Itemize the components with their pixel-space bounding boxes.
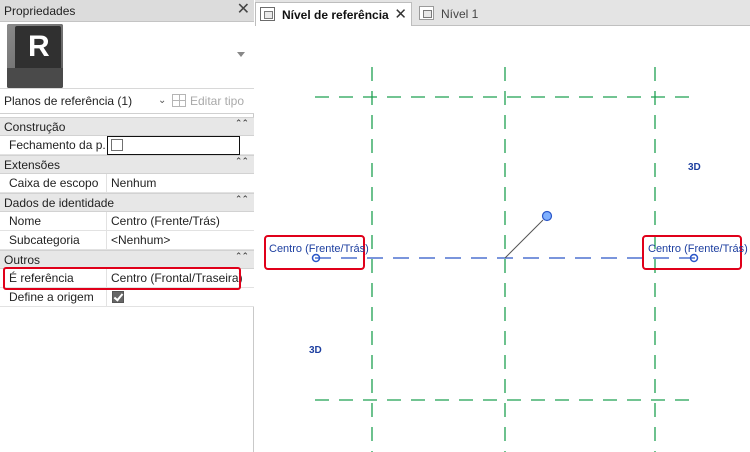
group-extensoes[interactable]: Extensões ⌃⌃ bbox=[0, 155, 254, 174]
collapse-icon[interactable]: ⌃⌃ bbox=[235, 251, 249, 262]
plane-label-right[interactable]: Centro (Frente/Trás) bbox=[648, 243, 748, 255]
column-divider bbox=[106, 174, 107, 193]
edit-type-label: Editar tipo bbox=[190, 94, 245, 108]
tab-nivel-referencia[interactable]: Nível de referência ✕ bbox=[255, 2, 412, 26]
view-tab-bar: Nível de referência ✕ Nível 1 bbox=[255, 0, 750, 26]
row-label: Nome bbox=[9, 214, 42, 228]
row-value[interactable]: Nenhum bbox=[111, 176, 156, 190]
dropdown-arrow-icon[interactable] bbox=[237, 52, 245, 57]
instance-filter-select[interactable]: Planos de referência (1) bbox=[4, 94, 132, 108]
properties-title-bar: Propriedades ✕ bbox=[0, 0, 254, 22]
collapse-icon[interactable]: ⌃⌃ bbox=[235, 194, 249, 205]
fechamento-field[interactable] bbox=[107, 136, 240, 155]
row-subcategoria[interactable]: Subcategoria <Nenhum> bbox=[0, 231, 254, 250]
icon-shadow bbox=[7, 68, 63, 88]
group-label: Dados de identidade bbox=[4, 196, 115, 210]
tab-label: Nível de referência bbox=[282, 8, 389, 22]
rotate-handle-icon[interactable] bbox=[541, 210, 553, 222]
floor-plan-icon bbox=[419, 6, 434, 20]
plane-label-left[interactable]: Centro (Frente/Trás) bbox=[269, 243, 369, 255]
group-construcao[interactable]: Construção ⌃⌃ bbox=[0, 117, 254, 136]
row-label: Define a origem bbox=[9, 290, 94, 304]
group-dados-identidade[interactable]: Dados de identidade ⌃⌃ bbox=[0, 193, 254, 212]
tab-label: Nível 1 bbox=[441, 7, 479, 21]
edit-type-button[interactable]: Editar tipo bbox=[172, 93, 250, 110]
row-value[interactable]: Centro (Frente/Trás) bbox=[111, 214, 220, 228]
drawing-svg bbox=[264, 67, 742, 452]
highlight-box-referencia bbox=[3, 267, 241, 290]
row-label: Subcategoria bbox=[9, 233, 80, 247]
group-label: Outros bbox=[4, 253, 41, 267]
edit-type-icon bbox=[172, 94, 186, 107]
floor-plan-icon bbox=[260, 7, 275, 21]
row-label: Caixa de escopo bbox=[9, 176, 99, 190]
row-define-origem: Define a origem bbox=[0, 288, 254, 307]
row-label: Fechamento da p... bbox=[9, 138, 105, 152]
close-icon[interactable]: ✕ bbox=[237, 1, 250, 19]
view-indicator-line bbox=[504, 219, 544, 259]
collapse-icon[interactable]: ⌃⌃ bbox=[235, 118, 249, 129]
row-value[interactable]: <Nenhum> bbox=[111, 233, 170, 247]
collapse-icon[interactable]: ⌃⌃ bbox=[235, 156, 249, 167]
group-label: Construção bbox=[4, 120, 66, 134]
column-divider bbox=[106, 288, 107, 307]
revit-letter: R bbox=[28, 30, 50, 63]
group-label: Extensões bbox=[4, 158, 61, 172]
revit-r-icon: R bbox=[7, 24, 63, 88]
properties-panel: Propriedades ✕ R Planos de referência (1… bbox=[0, 0, 254, 452]
instance-filter-row: Planos de referência (1) ⌄ Editar tipo bbox=[0, 89, 254, 114]
row-fechamento: Fechamento da p... bbox=[0, 136, 254, 155]
row-caixa-escopo[interactable]: Caixa de escopo Nenhum bbox=[0, 174, 254, 193]
type-selector[interactable]: R bbox=[0, 22, 254, 89]
fechamento-checkbox[interactable] bbox=[111, 139, 123, 151]
define-origem-checkbox[interactable] bbox=[112, 291, 124, 303]
column-divider bbox=[106, 212, 107, 231]
chevron-down-icon[interactable]: ⌄ bbox=[158, 95, 166, 106]
close-tab-icon[interactable]: ✕ bbox=[394, 5, 407, 23]
drawing-canvas[interactable]: 3D 3D Centro (Frente/Trás) Centro (Frent… bbox=[255, 27, 750, 452]
tab-nivel-1[interactable]: Nível 1 bbox=[415, 2, 525, 26]
properties-title: Propriedades bbox=[4, 4, 76, 18]
row-nome[interactable]: Nome Centro (Frente/Trás) bbox=[0, 212, 254, 231]
column-divider bbox=[106, 231, 107, 250]
label-3d-bottom[interactable]: 3D bbox=[309, 345, 322, 356]
label-3d-top[interactable]: 3D bbox=[688, 162, 701, 173]
